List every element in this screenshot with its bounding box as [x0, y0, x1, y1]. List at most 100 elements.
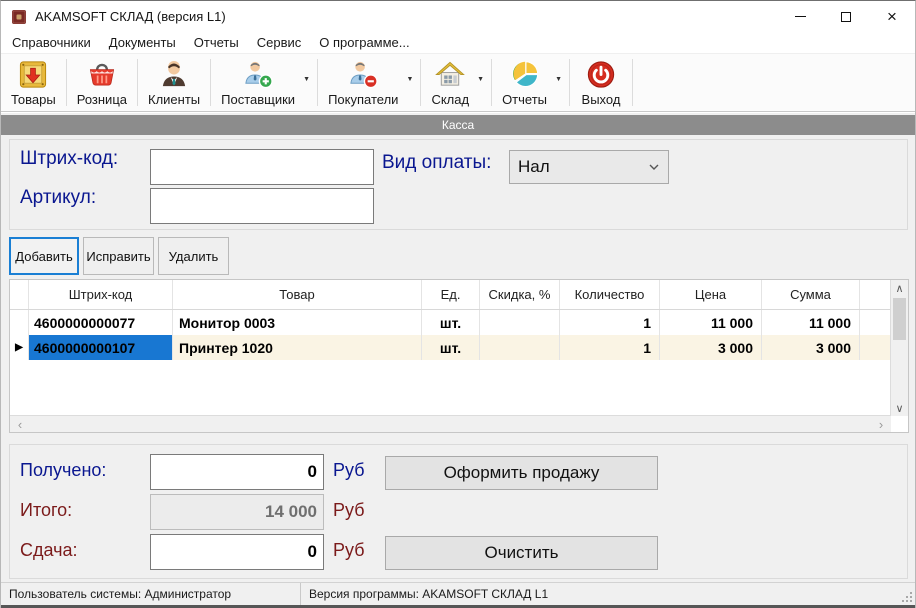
chevron-down-icon[interactable]: ▼ — [303, 76, 310, 83]
toolbar-separator — [66, 59, 67, 106]
change-currency: Руб — [333, 540, 365, 561]
buyer-person-minus-icon — [347, 59, 379, 90]
col-header-filler — [860, 280, 891, 309]
table-header-row: Штрих-код Товар Ед. Скидка, % Количество… — [10, 280, 891, 310]
toolbar-separator — [317, 59, 318, 106]
received-currency: Руб — [333, 460, 365, 481]
cell-sum[interactable]: 11 000 — [762, 310, 860, 335]
edit-button[interactable]: Исправить — [83, 237, 154, 275]
menu-bar: Справочники Документы Отчеты Сервис О пр… — [1, 31, 915, 53]
horizontal-scrollbar[interactable]: ‹ › — [10, 415, 891, 432]
chevron-down-icon — [648, 161, 660, 173]
payment-type-label: Вид оплаты: — [382, 152, 491, 174]
toolbar-separator — [569, 59, 570, 106]
scroll-right-icon[interactable]: › — [873, 416, 889, 432]
cell-price[interactable]: 3 000 — [660, 335, 762, 360]
cell-sum[interactable]: 3 000 — [762, 335, 860, 360]
vertical-scrollbar-thumb[interactable] — [893, 298, 906, 340]
payment-type-value: Нал — [518, 157, 550, 177]
cell-unit[interactable]: шт. — [422, 310, 480, 335]
toolbar-button-goods[interactable]: Товары — [3, 56, 64, 109]
clear-button[interactable]: Очистить — [385, 536, 658, 570]
resize-grip-icon[interactable] — [901, 591, 913, 603]
toolbar-button-warehouse[interactable]: Склад ▼ — [423, 56, 489, 109]
col-header-barcode[interactable]: Штрих-код — [29, 280, 173, 309]
minimize-button[interactable] — [777, 2, 823, 31]
cell-barcode[interactable]: 4600000000077 — [29, 310, 173, 335]
scroll-down-icon[interactable]: ∨ — [891, 400, 908, 416]
cell-barcode-selected[interactable]: 4600000000107 — [29, 335, 173, 360]
toolbar-button-retail[interactable]: Розница — [69, 56, 135, 109]
chevron-down-icon[interactable]: ▼ — [555, 76, 562, 83]
cell-discount[interactable] — [480, 310, 560, 335]
scroll-up-icon[interactable]: ∧ — [891, 280, 908, 296]
table-row[interactable]: 4600000000077 Монитор 0003 шт. 1 11 000 … — [10, 310, 891, 335]
col-header-unit[interactable]: Ед. — [422, 280, 480, 309]
totals-panel: Получено: Руб Итого: Руб Сдача: Руб Офор… — [9, 444, 908, 579]
cell-filler — [860, 310, 891, 335]
col-header-discount[interactable]: Скидка, % — [480, 280, 560, 309]
toolbar-label: Товары — [11, 92, 56, 107]
cell-qty[interactable]: 1 — [560, 310, 660, 335]
article-input[interactable] — [150, 188, 374, 224]
table-row-selected[interactable]: ▶ 4600000000107 Принтер 1020 шт. 1 3 000… — [10, 335, 891, 360]
col-header-price[interactable]: Цена — [660, 280, 762, 309]
supplier-person-plus-icon — [242, 59, 274, 90]
toolbar-button-buyers[interactable]: Покупатели ▼ — [320, 56, 418, 109]
change-input[interactable] — [150, 534, 324, 570]
checkout-button[interactable]: Оформить продажу — [385, 456, 658, 490]
received-input[interactable] — [150, 454, 324, 490]
app-window: AKAMSOFT СКЛАД (версия L1) × Справочники… — [0, 0, 916, 608]
toolbar: Товары Розница Клиенты — [1, 53, 915, 112]
sales-table: Штрих-код Товар Ед. Скидка, % Количество… — [9, 279, 909, 433]
menu-spravochniki[interactable]: Справочники — [3, 32, 100, 53]
cell-product[interactable]: Принтер 1020 — [173, 335, 422, 360]
goods-box-icon — [17, 59, 49, 90]
payment-type-select[interactable]: Нал — [509, 150, 669, 184]
client-person-icon — [158, 59, 190, 90]
menu-otchety[interactable]: Отчеты — [185, 32, 248, 53]
cell-unit[interactable]: шт. — [422, 335, 480, 360]
add-button[interactable]: Добавить — [9, 237, 79, 275]
toolbar-separator — [137, 59, 138, 106]
maximize-button[interactable] — [823, 2, 869, 31]
total-currency: Руб — [333, 500, 365, 521]
row-marker-cell — [10, 310, 29, 335]
menu-dokumenty[interactable]: Документы — [100, 32, 185, 53]
chevron-down-icon[interactable]: ▼ — [477, 76, 484, 83]
cell-qty[interactable]: 1 — [560, 335, 660, 360]
delete-button[interactable]: Удалить — [158, 237, 229, 275]
vertical-scrollbar[interactable]: ∧ ∨ — [890, 280, 908, 416]
toolbar-button-exit[interactable]: Выход — [572, 56, 630, 109]
total-input — [150, 494, 324, 530]
cell-price[interactable]: 11 000 — [660, 310, 762, 335]
toolbar-label: Склад — [431, 92, 469, 107]
menu-o-programme[interactable]: О программе... — [310, 32, 418, 53]
toolbar-button-suppliers[interactable]: Поставщики ▼ — [213, 56, 315, 109]
cell-discount[interactable] — [480, 335, 560, 360]
toolbar-separator — [210, 59, 211, 106]
total-label: Итого: — [20, 500, 72, 521]
article-label: Артикул: — [20, 187, 96, 209]
minimize-icon — [795, 16, 806, 17]
status-version: Версия программы: AKAMSOFT СКЛАД L1 — [301, 587, 548, 601]
col-header-sum[interactable]: Сумма — [762, 280, 860, 309]
col-header-product[interactable]: Товар — [173, 280, 422, 309]
barcode-label: Штрих-код: — [20, 148, 118, 170]
received-label: Получено: — [20, 460, 106, 481]
col-header-qty[interactable]: Количество — [560, 280, 660, 309]
menu-servis[interactable]: Сервис — [248, 32, 311, 53]
toolbar-button-reports[interactable]: Отчеты ▼ — [494, 56, 567, 109]
close-icon: × — [887, 8, 897, 25]
toolbar-button-clients[interactable]: Клиенты — [140, 56, 208, 109]
toolbar-separator — [420, 59, 421, 106]
barcode-input[interactable] — [150, 149, 374, 185]
toolbar-label: Клиенты — [148, 92, 200, 107]
chevron-down-icon[interactable]: ▼ — [407, 76, 414, 83]
warehouse-house-icon — [434, 59, 466, 90]
input-panel: Штрих-код: Вид оплаты: Нал Артикул: — [9, 139, 908, 230]
close-button[interactable]: × — [869, 2, 915, 31]
scroll-left-icon[interactable]: ‹ — [12, 416, 28, 432]
cell-product[interactable]: Монитор 0003 — [173, 310, 422, 335]
window-title: AKAMSOFT СКЛАД (версия L1) — [35, 9, 226, 24]
